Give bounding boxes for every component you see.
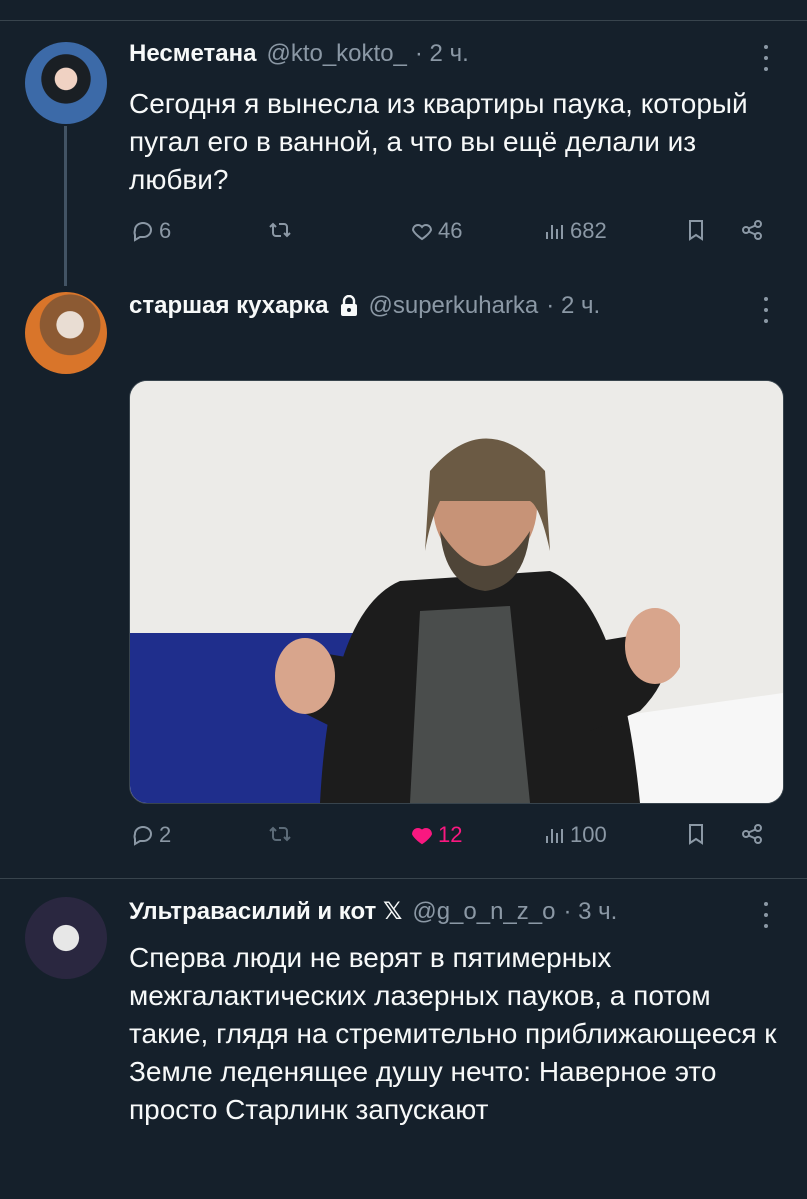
author-handle[interactable]: @kto_kokto_ (266, 40, 406, 68)
share-button[interactable] (740, 218, 764, 242)
views-icon (546, 829, 563, 843)
reply-count: 2 (159, 822, 172, 847)
tweet-header: Ультравасилий и кот 𝕏 @g_o_n_z_o · 3 ч. (129, 897, 617, 926)
more-icon[interactable] (763, 902, 769, 928)
reply-button[interactable]: 6 (131, 218, 171, 244)
reply-button[interactable]: 2 (131, 822, 171, 848)
like-count: 12 (438, 822, 463, 847)
retweet-button[interactable] (268, 218, 292, 242)
share-icon (742, 824, 762, 844)
author-name[interactable]: Ультравасилий и кот 𝕏 (129, 897, 402, 926)
views-count: 100 (570, 822, 607, 847)
like-button[interactable]: 12 (410, 822, 462, 848)
retweet-icon (269, 222, 291, 238)
bookmark-button[interactable] (684, 822, 708, 846)
image-person (275, 438, 680, 803)
tweet-text: Сперва люди не верят в пятимерных межгал… (129, 942, 777, 1125)
lock-icon (339, 294, 359, 317)
avatar[interactable] (25, 42, 107, 124)
views-icon (546, 225, 563, 239)
share-button[interactable] (740, 822, 764, 846)
top-divider (0, 20, 807, 21)
tweet-header: Несметана @kto_kokto_ · 2 ч. (129, 40, 469, 68)
views-button[interactable]: 100 (542, 822, 607, 848)
tweet-time[interactable]: · 2 ч. (546, 292, 600, 320)
share-icon (742, 220, 762, 240)
bookmark-icon (689, 824, 703, 845)
views-count: 682 (570, 218, 607, 243)
avatar[interactable] (25, 292, 107, 374)
bookmark-button[interactable] (684, 218, 708, 242)
author-handle[interactable]: @g_o_n_z_o (412, 898, 555, 926)
reply-icon (133, 825, 152, 846)
retweet-button[interactable] (268, 822, 292, 846)
tweet-time[interactable]: · 2 ч. (415, 40, 469, 68)
retweet-icon (269, 826, 291, 842)
like-icon (411, 828, 433, 845)
avatar[interactable] (25, 897, 107, 979)
like-icon (411, 224, 433, 241)
reply-count: 6 (159, 218, 172, 243)
more-icon[interactable] (763, 297, 769, 323)
thread-connector (64, 126, 67, 286)
like-count: 46 (438, 218, 463, 243)
reply-icon (133, 221, 152, 242)
author-name[interactable]: старшая кухарка (129, 292, 329, 320)
views-button[interactable]: 682 (542, 218, 607, 244)
tweet-header: старшая кухарка @superkuharka · 2 ч. (129, 292, 600, 320)
tweet-time[interactable]: · 3 ч. (563, 898, 617, 926)
bookmark-icon (689, 220, 703, 241)
like-button[interactable]: 46 (410, 218, 462, 244)
tweet-actions: 6 46 682 (0, 218, 807, 258)
tweet-divider (0, 878, 807, 879)
tweet-image[interactable] (129, 380, 784, 804)
author-handle[interactable]: @superkuharka (369, 292, 539, 320)
tweet-actions: 2 12 100 (0, 822, 807, 862)
author-name[interactable]: Несметана (129, 40, 256, 68)
tweet-text: Сегодня я вынесла из квартиры паука, кот… (129, 88, 748, 195)
more-icon[interactable] (763, 45, 769, 71)
